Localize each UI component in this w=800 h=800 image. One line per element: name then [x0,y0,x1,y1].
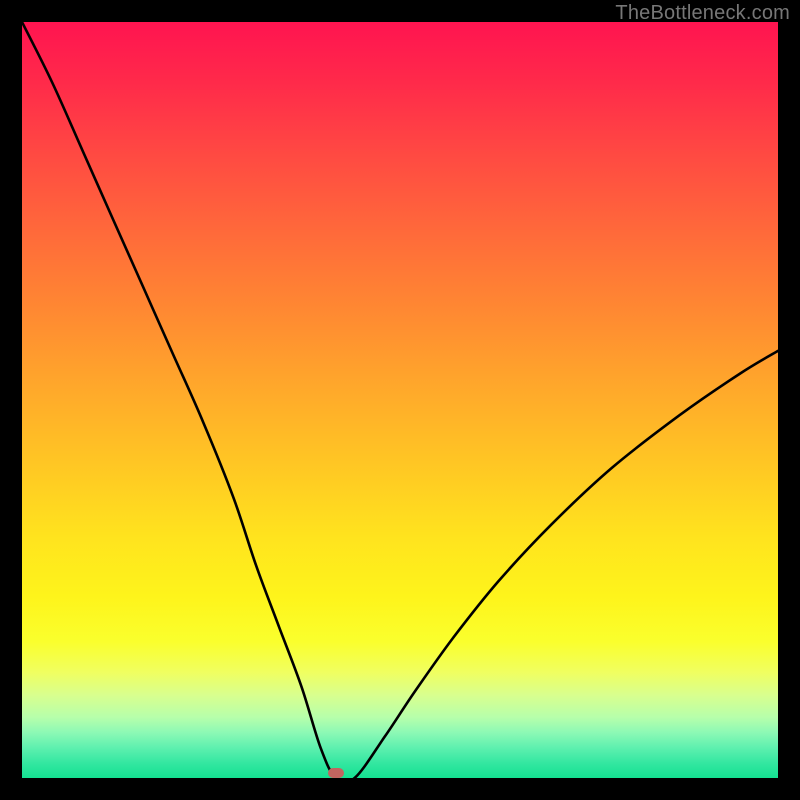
watermark-text: TheBottleneck.com [615,2,790,25]
highlight-marker [328,768,344,778]
bottleneck-curve [22,22,778,778]
chart-svg [22,22,778,778]
plot-area [22,22,778,778]
chart-frame: TheBottleneck.com [0,0,800,800]
